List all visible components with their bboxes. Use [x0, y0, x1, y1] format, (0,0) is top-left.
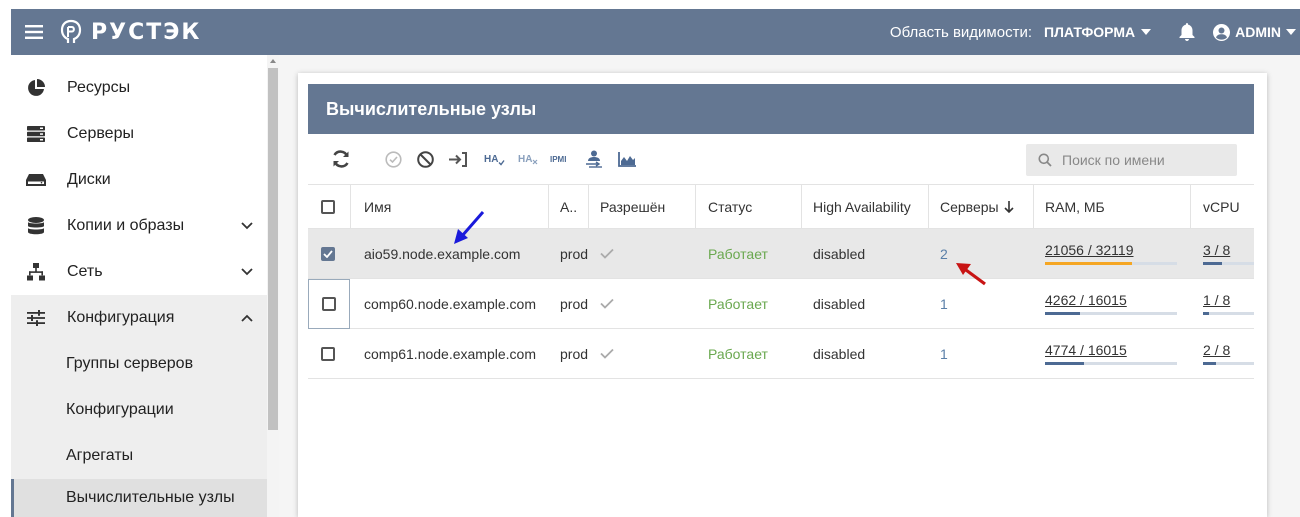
blue-arrow-icon	[454, 211, 485, 244]
annotation-arrows	[454, 211, 986, 286]
red-arrow-icon	[956, 263, 986, 286]
